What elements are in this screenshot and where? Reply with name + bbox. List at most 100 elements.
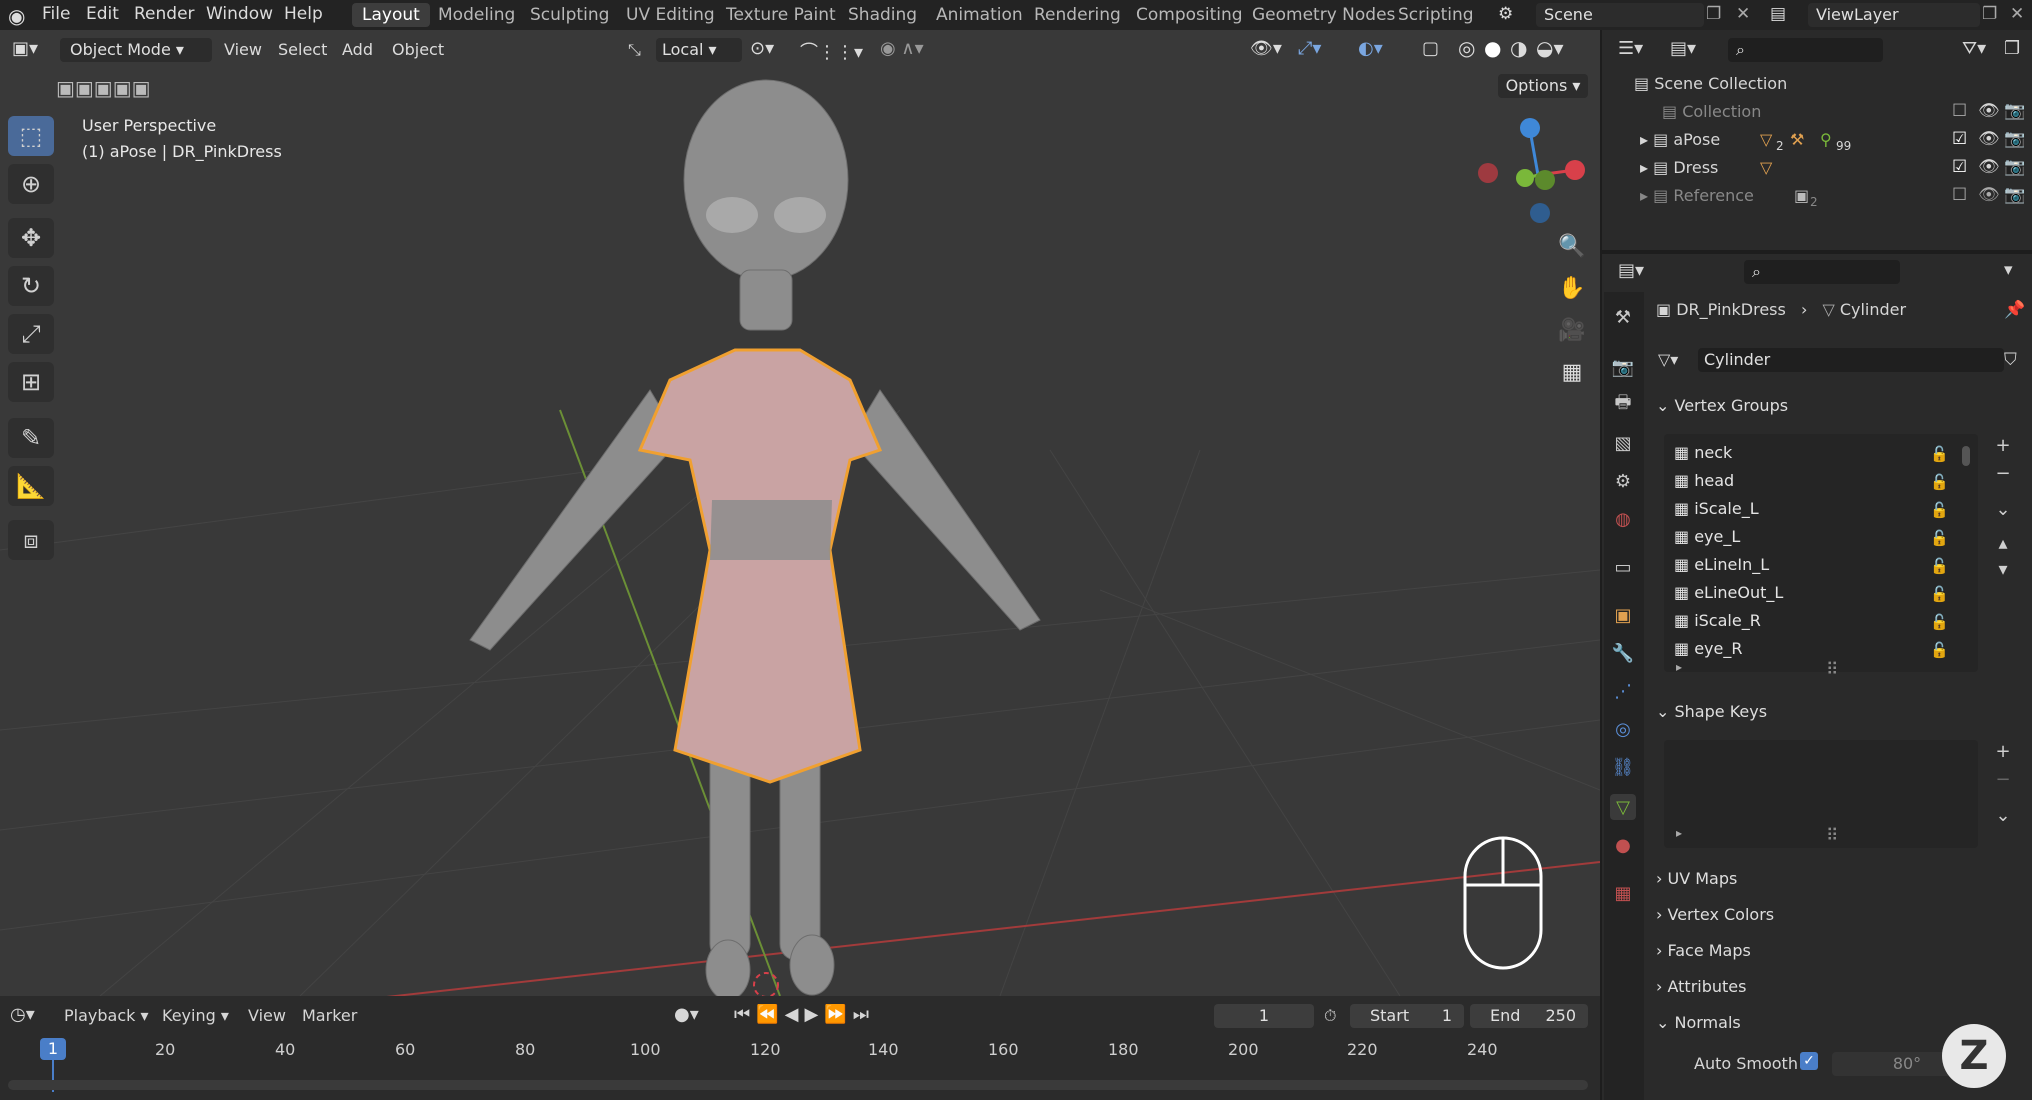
constraints-tab-icon[interactable]: ⛓ (1610, 754, 1636, 780)
shape-key-specials-button[interactable]: ⌄ (1990, 804, 2016, 828)
menu-keying[interactable]: Keying ▾ (162, 1006, 229, 1025)
new-collection-icon[interactable]: ❐ (2004, 38, 2020, 59)
render-tab-icon[interactable]: 📷 (1610, 354, 1636, 380)
list-item[interactable]: ▦ eye_L (1674, 524, 1740, 550)
pivot-point-icon[interactable]: ⊙▾ (750, 38, 774, 59)
menu-object[interactable]: Object (392, 40, 444, 59)
panel-divider[interactable] (1602, 250, 2032, 254)
rotate-tool[interactable]: ↻ (8, 266, 54, 306)
world-tab-icon[interactable]: ◍ (1610, 506, 1636, 532)
texture-tab-icon[interactable]: ▦ (1610, 880, 1636, 906)
3d-cursor[interactable] (753, 972, 779, 996)
timeline-editor-icon[interactable]: ◷▾ (10, 1004, 35, 1025)
timeline-scrollbar[interactable] (8, 1080, 1588, 1090)
menu-help[interactable]: Help (284, 4, 323, 24)
menu-playback[interactable]: Playback ▾ (64, 1006, 149, 1025)
output-tab-icon[interactable]: 🖶 (1610, 392, 1636, 418)
data-tab-icon[interactable]: ▽ (1610, 794, 1636, 820)
scene-close-icon[interactable]: ✕ (1736, 4, 1750, 24)
exclude-checkbox[interactable]: ☐ (1952, 101, 1967, 121)
mode-selector[interactable]: Object Mode ▾ (60, 38, 212, 62)
viewlayer-icon[interactable]: ▤ (1770, 4, 1786, 24)
menu-select[interactable]: Select (278, 40, 327, 59)
list-item[interactable]: ▦ neck (1674, 440, 1732, 466)
mesh-name-field[interactable]: Cylinder (1698, 348, 2004, 372)
viewlayer-selector[interactable]: ViewLayer (1808, 3, 1980, 27)
options-dropdown[interactable]: Options ▾ (1498, 74, 1588, 98)
panel-uv-maps[interactable]: › UV Maps (1656, 864, 2020, 894)
tab-layout[interactable]: Layout (352, 3, 430, 27)
shading-wireframe-icon[interactable]: ◎ (1458, 36, 1475, 60)
tab-texture-paint[interactable]: Texture Paint (716, 3, 846, 27)
tab-scripting[interactable]: Scripting (1388, 3, 1484, 27)
collection-tab-icon[interactable]: ▭ (1610, 554, 1636, 580)
outliner-row-dress[interactable]: ▸ ▤ Dress ▽ (1640, 155, 1772, 181)
outliner-search-input[interactable]: ⌕ (1728, 38, 1883, 62)
list-scrollbar[interactable] (1962, 446, 1970, 466)
list-item[interactable]: ▦ head (1674, 468, 1734, 494)
start-frame-field[interactable]: Start 1 (1350, 1004, 1464, 1028)
eye-icon[interactable]: 👁 (1978, 185, 2000, 205)
eye-icon[interactable]: 👁 (1978, 101, 2000, 121)
render-camera-icon[interactable]: 📷 (2004, 185, 2025, 205)
viewlayer-copy-icon[interactable]: ❐ (1982, 4, 1997, 24)
blender-logo-icon[interactable]: ◉ (8, 4, 25, 28)
modifier-tab-icon[interactable]: 🔧 (1610, 640, 1636, 666)
render-camera-icon[interactable]: 📷 (2004, 101, 2025, 121)
annotate-tool[interactable]: ✎ (8, 418, 54, 458)
scene-icon[interactable]: ⚙ (1498, 4, 1513, 24)
add-shape-key-button[interactable]: + (1990, 740, 2016, 764)
panel-face-maps[interactable]: › Face Maps (1656, 936, 2020, 966)
measure-tool[interactable]: 📐 (8, 466, 54, 506)
snap-icon[interactable]: ⌒⋮⋮▾ (800, 38, 863, 64)
properties-search-input[interactable]: ⌕ (1744, 260, 1900, 284)
pin-icon[interactable]: 📌 (2004, 300, 2025, 320)
panel-shape-keys[interactable]: ⌄ Shape Keys (1656, 697, 2020, 727)
physics-tab-icon[interactable]: ◎ (1610, 716, 1636, 742)
move-down-button[interactable]: ▾ (1990, 558, 2016, 582)
exclude-checkbox[interactable]: ☐ (1952, 185, 1967, 205)
tab-compositing[interactable]: Compositing (1126, 3, 1253, 27)
list-filter-arrow-icon[interactable]: ▸ (1676, 826, 1682, 840)
pan-button[interactable]: ✋ (1554, 270, 1590, 306)
shape-key-list[interactable] (1664, 740, 1978, 848)
tab-animation[interactable]: Animation (926, 3, 1033, 27)
shading-material-icon[interactable]: ◑ (1510, 36, 1527, 60)
tab-sculpting[interactable]: Sculpting (520, 3, 619, 27)
mesh-datablock-icon[interactable]: ▽▾ (1658, 350, 1678, 369)
particles-tab-icon[interactable]: ⋰ (1610, 678, 1636, 704)
current-frame-field[interactable]: 1 (1214, 1004, 1314, 1028)
eye-icon[interactable]: 👁 (1978, 129, 2000, 149)
tab-shading[interactable]: Shading (838, 3, 927, 27)
panel-vertex-colors[interactable]: › Vertex Colors (1656, 900, 2020, 930)
visibility-icon[interactable]: 👁▾ (1250, 38, 1282, 59)
list-resize-handle[interactable]: ⠿ (1826, 826, 1838, 846)
vertex-group-specials-button[interactable]: ⌄ (1990, 498, 2016, 522)
expand-arrow-icon[interactable]: ▸ (1640, 130, 1653, 149)
remove-vertex-group-button[interactable]: − (1990, 462, 2016, 486)
stopwatch-icon[interactable]: ⏱ (1324, 1006, 1336, 1026)
tab-modeling[interactable]: Modeling (428, 3, 525, 27)
tab-geometry-nodes[interactable]: Geometry Nodes (1242, 3, 1405, 27)
shading-solid-icon[interactable]: ● (1484, 36, 1501, 60)
remove-shape-key-button[interactable]: − (1990, 768, 2016, 792)
add-cube-tool[interactable]: ⧈ (8, 520, 54, 560)
add-vertex-group-button[interactable]: + (1990, 434, 2016, 458)
cursor-tool[interactable]: ⊕ (8, 164, 54, 204)
list-item[interactable]: ▦ eye_R (1674, 636, 1742, 662)
move-tool[interactable]: ✥ (8, 218, 54, 258)
menu-marker[interactable]: Marker (302, 1006, 357, 1025)
list-item[interactable]: ▦ iScale_L (1674, 496, 1759, 522)
tab-rendering[interactable]: Rendering (1024, 3, 1131, 27)
outliner-display-mode-icon[interactable]: ▤▾ (1670, 38, 1696, 59)
xray-icon[interactable]: ▢ (1422, 38, 1439, 59)
overlay-toggle-icon[interactable]: ◐▾ (1358, 38, 1383, 59)
list-item[interactable]: ▦ eLineOut_L (1674, 580, 1783, 606)
menu-view[interactable]: View (248, 1006, 286, 1025)
outliner-editor-icon[interactable]: ☰▾ (1618, 38, 1643, 59)
menu-edit[interactable]: Edit (86, 4, 119, 24)
navigation-gizmo[interactable] (1478, 118, 1585, 223)
scene-selector[interactable]: Scene (1536, 3, 1704, 27)
transform-orientation-selector[interactable]: Local ▾ (656, 38, 742, 62)
list-item[interactable]: ▦ eLineIn_L (1674, 552, 1769, 578)
